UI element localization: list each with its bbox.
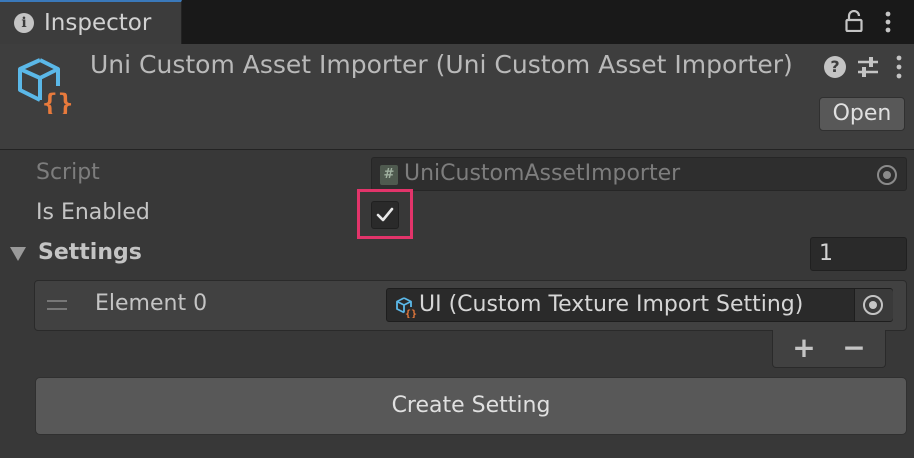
script-hash-icon: # bbox=[380, 165, 398, 185]
is-enabled-label: Is Enabled bbox=[36, 200, 150, 225]
settings-list: Element 0 {} UI (Custom Texture Import S… bbox=[34, 280, 907, 331]
asset-importer-icon: {} bbox=[18, 58, 73, 114]
inspector-header: {} Uni Custom Asset Importer (Uni Custom… bbox=[0, 44, 914, 150]
tab-bar: i Inspector bbox=[0, 0, 914, 44]
object-field[interactable]: {} UI (Custom Texture Import Setting) bbox=[386, 288, 893, 322]
list-add-remove-footer: + − bbox=[772, 330, 886, 368]
list-item-label: Element 0 bbox=[95, 291, 208, 316]
svg-text:{}: {} bbox=[42, 89, 73, 114]
object-picker-icon bbox=[877, 165, 897, 185]
object-picker-button[interactable] bbox=[854, 289, 893, 321]
header-title: Uni Custom Asset Importer (Uni Custom As… bbox=[90, 50, 793, 79]
is-enabled-checkbox[interactable] bbox=[371, 201, 399, 229]
settings-foldout-label[interactable]: Settings bbox=[38, 240, 142, 265]
open-button[interactable]: Open bbox=[819, 97, 905, 131]
object-field-value: UI (Custom Texture Import Setting) bbox=[419, 292, 804, 317]
object-picker-icon bbox=[863, 295, 883, 315]
asset-importer-icon: {} bbox=[396, 297, 417, 318]
kebab-menu-icon[interactable] bbox=[880, 10, 896, 34]
add-element-button[interactable]: + bbox=[781, 331, 827, 365]
lock-icon[interactable] bbox=[845, 10, 863, 32]
help-icon[interactable]: ? bbox=[824, 56, 846, 78]
script-label: Script bbox=[36, 160, 100, 185]
foldout-arrow-icon[interactable] bbox=[10, 247, 26, 261]
tab-inspector[interactable]: i Inspector bbox=[0, 0, 182, 44]
svg-text:{}: {} bbox=[405, 309, 417, 318]
settings-count-field[interactable]: 1 bbox=[810, 237, 907, 271]
script-field: # UniCustomAssetImporter bbox=[371, 157, 907, 191]
drag-handle-icon[interactable] bbox=[47, 300, 67, 310]
preset-icon[interactable] bbox=[856, 56, 880, 78]
tab-title: Inspector bbox=[44, 10, 152, 36]
remove-element-button[interactable]: − bbox=[831, 331, 877, 365]
script-value: UniCustomAssetImporter bbox=[404, 161, 681, 186]
create-setting-button[interactable]: Create Setting bbox=[35, 377, 907, 435]
checkmark-icon bbox=[376, 207, 394, 222]
kebab-menu-icon[interactable] bbox=[892, 54, 906, 80]
info-icon: i bbox=[14, 13, 34, 33]
